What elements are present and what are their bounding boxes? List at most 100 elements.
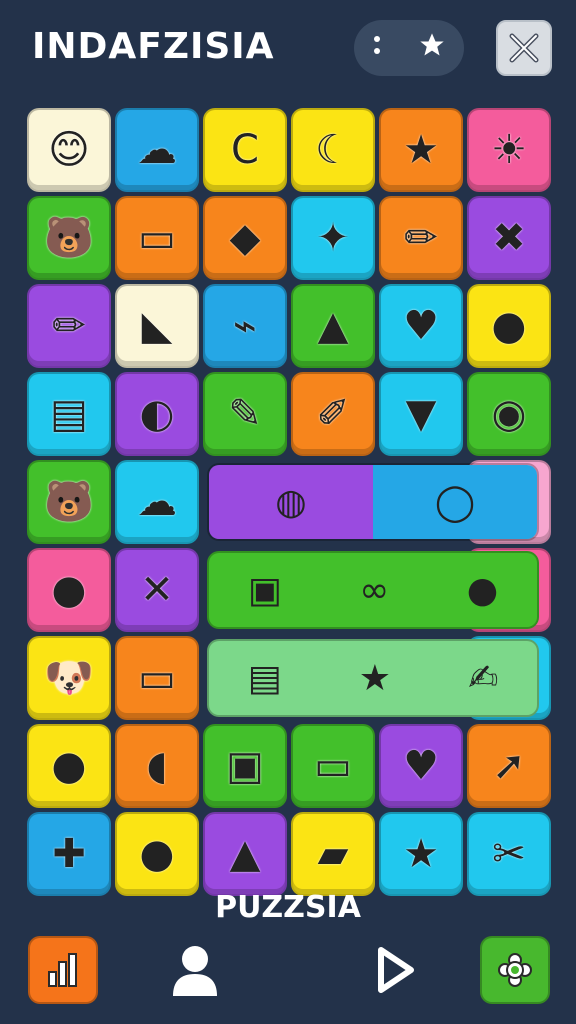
paint-brush-icon: ✐ [316, 391, 350, 437]
rings-icon: ∞ [359, 569, 390, 611]
tile-green-creature[interactable]: ◐ [115, 372, 199, 456]
speech-heart-icon: ♥ [403, 303, 439, 349]
red-star-icon: ★ [358, 657, 392, 699]
tile-pink-fish[interactable]: ◣ [115, 284, 199, 368]
tile-sun[interactable]: ✦ [291, 196, 375, 280]
flag-icon: ▤ [247, 657, 282, 699]
crayon-icon: ✏ [52, 303, 86, 349]
tile-gamepad[interactable]: ▭ [115, 636, 199, 720]
tool-kit-icon: ✖ [492, 215, 526, 261]
green-creature-icon: ◐ [139, 391, 175, 437]
trash-can-icon: ▤ [50, 391, 88, 437]
yellow-kite-icon: ▼ [405, 391, 437, 437]
cloud-face-icon: ☁ [137, 479, 177, 525]
jar-icon: ▣ [226, 743, 264, 789]
tile-cloud-face[interactable]: ☁ [115, 460, 199, 544]
settings-button[interactable] [480, 936, 550, 1004]
scissors-icon: ✂ [492, 831, 526, 877]
spiral-icon: ◉ [491, 391, 527, 437]
tile-scissors[interactable]: ✂ [467, 812, 551, 896]
pencil-icon: ✏ [404, 215, 438, 261]
bear-face-icon: ● [491, 303, 527, 349]
cloud-creature-icon: ☁ [137, 127, 177, 173]
sun-gear-icon: ☀ [491, 127, 527, 173]
tile-red-balloon[interactable]: ● [115, 812, 199, 896]
tile-rocket[interactable]: ▲ [203, 812, 287, 896]
play-button[interactable] [360, 936, 430, 1004]
tile-radish[interactable]: ◖ [115, 724, 199, 808]
cake-icon: ▭ [314, 743, 352, 789]
header-actions [354, 20, 464, 76]
ringed-planet-icon: ◍ [275, 481, 307, 523]
sun-icon: ✦ [316, 215, 350, 261]
heart-balloon-icon: ♥ [403, 743, 439, 789]
tile-paint-brush[interactable]: ✐ [291, 372, 375, 456]
seal-icon: ● [51, 743, 87, 789]
tile-star-creature[interactable]: ★ [379, 812, 463, 896]
tile-yellow-dog[interactable]: 🐶 [27, 636, 111, 720]
tile-star-face[interactable]: 😊 [27, 108, 111, 192]
tile-bear[interactable]: 🐻 [27, 196, 111, 280]
tile-cookie[interactable]: ● [27, 548, 111, 632]
tile-speech-heart[interactable]: ♥ [379, 284, 463, 368]
tile-tablet[interactable]: ▭ [115, 196, 199, 280]
tile-crescent-moon[interactable]: ☾ [291, 108, 375, 192]
gamepad-icon: ▭ [138, 655, 176, 701]
box-icon: ◆ [229, 215, 261, 261]
tile-slime[interactable]: ▲ [291, 284, 375, 368]
tile-broccoli[interactable]: ✚ [27, 812, 111, 896]
footer-label: PUZZSIA [215, 890, 361, 925]
broccoli-icon: ✚ [52, 831, 86, 877]
tile-bear-face[interactable]: ● [467, 284, 551, 368]
tile-comet[interactable]: ➚ [467, 724, 551, 808]
tile-seal[interactable]: ● [27, 724, 111, 808]
bar-chart-icon [48, 953, 77, 987]
star-icon[interactable] [418, 31, 446, 66]
merged-tile-row[interactable]: ▤ ★ ✍ [207, 639, 539, 717]
tile-trash-can[interactable]: ▤ [27, 372, 111, 456]
tile-spiral[interactable]: ◉ [467, 372, 551, 456]
tile-blue-marker[interactable]: ✎ [203, 372, 287, 456]
tile-cloud-creature[interactable]: ☁ [115, 108, 199, 192]
tile-purple-bag[interactable]: ★ [379, 108, 463, 192]
rocket-icon: ▲ [229, 831, 261, 877]
tile-pencil[interactable]: ✏ [379, 196, 463, 280]
merged-tile-row[interactable]: ◍ ◯ [207, 463, 539, 541]
user-icon [173, 946, 217, 996]
tile-heart-balloon[interactable]: ♥ [379, 724, 463, 808]
check-note-icon: ✍ [468, 657, 499, 699]
tile-box[interactable]: ◆ [203, 196, 287, 280]
book-icon: ▰ [317, 831, 349, 877]
crescent-moon-icon: ☾ [315, 127, 351, 173]
gear-icon [498, 953, 532, 987]
tile-yellow-bear[interactable]: 🐻 [27, 460, 111, 544]
page-title: INDAFZISIA [32, 26, 275, 67]
yellow-bear-icon: 🐻 [44, 479, 94, 525]
tile-cake[interactable]: ▭ [291, 724, 375, 808]
radish-icon: ◖ [146, 743, 168, 789]
tile-yellow-kite[interactable]: ▼ [379, 372, 463, 456]
tile-sun-gear[interactable]: ☀ [467, 108, 551, 192]
close-button[interactable] [496, 20, 552, 76]
profile-button[interactable] [160, 936, 230, 1004]
stats-button[interactable] [28, 936, 98, 1004]
red-balloon-icon: ● [139, 831, 175, 877]
c-hook-icon: C [231, 127, 259, 173]
tile-tool-kit[interactable]: ✖ [467, 196, 551, 280]
merged-tile-row[interactable]: ▣ ∞ ● [207, 551, 539, 629]
tile-crossed-sticks[interactable]: ✕ [115, 548, 199, 632]
tile-jar[interactable]: ▣ [203, 724, 287, 808]
comet-icon: ➚ [492, 743, 526, 789]
lighter-icon: ⌁ [232, 303, 258, 349]
slime-icon: ▲ [317, 303, 349, 349]
star-face-icon: 😊 [48, 127, 90, 173]
purple-bag-icon: ★ [403, 127, 439, 173]
play-icon [378, 947, 414, 993]
tile-c-hook[interactable]: C [203, 108, 287, 192]
tile-lighter[interactable]: ⌁ [203, 284, 287, 368]
tile-book[interactable]: ▰ [291, 812, 375, 896]
cookie-icon: ● [51, 567, 87, 613]
pink-balloon-icon: ● [466, 569, 499, 611]
more-vertical-icon[interactable] [372, 32, 382, 65]
tile-crayon[interactable]: ✏ [27, 284, 111, 368]
